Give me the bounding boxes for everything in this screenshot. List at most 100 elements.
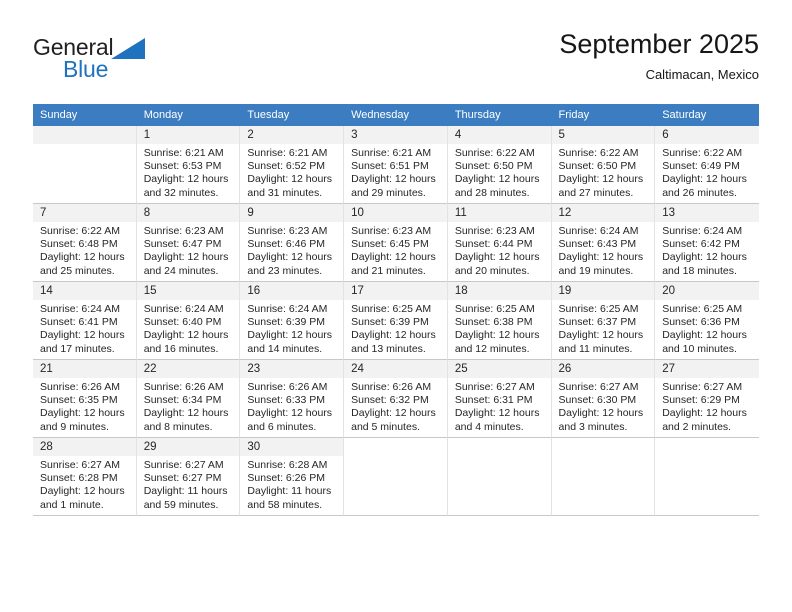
calendar-week-row: 21 Sunrise: 6:26 AM Sunset: 6:35 PM Dayligh… <box>33 360 759 438</box>
calendar-day-cell[interactable]: 1 Sunrise: 6:21 AM Sunset: 6:53 PM Daylight… <box>136 126 241 204</box>
day-details: Sunrise: 6:25 AM Sunset: 6:36 PM Daylight:… <box>655 300 759 356</box>
daylight-line-1: Daylight: 12 hours <box>351 329 436 342</box>
sunrise-line: Sunrise: 6:23 AM <box>351 225 432 237</box>
sunset-line: Sunset: 6:31 PM <box>454 394 533 407</box>
day-cell-inner: 22 Sunrise: 6:26 AM Sunset: 6:34 PM Dayligh… <box>136 360 241 438</box>
day-details: Sunrise: 6:23 AM Sunset: 6:46 PM Daylight:… <box>240 222 343 278</box>
calendar-day-cell[interactable]: 20 Sunrise: 6:25 AM Sunset: 6:36 PM Dayligh… <box>655 282 759 360</box>
calendar-day-cell[interactable]: 9 Sunrise: 6:23 AM Sunset: 6:46 PM Daylight… <box>240 204 345 282</box>
sunset-line: Sunset: 6:37 PM <box>558 316 637 329</box>
day-number: 23 <box>240 360 344 378</box>
sunrise-line: Sunrise: 6:25 AM <box>351 303 432 315</box>
daylight-line-2: and 21 minutes. <box>351 264 426 277</box>
weekday-header-monday: Monday <box>136 104 241 126</box>
daylight-line-2: and 1 minute. <box>40 498 104 511</box>
day-details: Sunrise: 6:24 AM Sunset: 6:42 PM Daylight:… <box>655 222 759 278</box>
calendar-day-cell[interactable]: 18 Sunrise: 6:25 AM Sunset: 6:38 PM Dayligh… <box>447 282 552 360</box>
daylight-line-2: and 25 minutes. <box>40 264 115 277</box>
calendar-day-cell[interactable]: 3 Sunrise: 6:21 AM Sunset: 6:51 PM Daylight… <box>344 126 448 204</box>
calendar-day-cell[interactable]: 13 Sunrise: 6:24 AM Sunset: 6:42 PM Dayligh… <box>655 204 759 282</box>
calendar-day-cell[interactable]: 29 Sunrise: 6:27 AM Sunset: 6:27 PM Dayligh… <box>136 438 241 516</box>
calendar-day-cell[interactable]: 26 Sunrise: 6:27 AM Sunset: 6:30 PM Dayligh… <box>551 360 656 438</box>
daylight-line-2: and 5 minutes. <box>351 420 420 433</box>
sunrise-line: Sunrise: 6:22 AM <box>40 225 120 237</box>
day-details: Sunrise: 6:23 AM Sunset: 6:44 PM Daylight:… <box>448 222 551 278</box>
daylight-line-2: and 12 minutes. <box>454 342 530 355</box>
day-cell-inner <box>344 438 448 516</box>
calendar-day-cell[interactable]: 27 Sunrise: 6:27 AM Sunset: 6:29 PM Dayligh… <box>655 360 759 438</box>
daylight-line-1: Daylight: 11 hours <box>143 485 228 498</box>
daylight-line-1: Daylight: 12 hours <box>558 329 644 342</box>
calendar-day-cell[interactable]: 21 Sunrise: 6:26 AM Sunset: 6:35 PM Dayligh… <box>33 360 137 438</box>
calendar-day-cell[interactable]: 22 Sunrise: 6:26 AM Sunset: 6:34 PM Dayligh… <box>136 360 241 438</box>
calendar-day-cell[interactable]: 19 Sunrise: 6:25 AM Sunset: 6:37 PM Dayligh… <box>551 282 656 360</box>
calendar-day-cell[interactable]: 7 Sunrise: 6:22 AM Sunset: 6:48 PM Daylight… <box>33 204 137 282</box>
day-cell-inner <box>551 438 656 516</box>
sunset-line: Sunset: 6:50 PM <box>558 160 637 173</box>
sunset-line: Sunset: 6:53 PM <box>143 160 222 173</box>
day-number: 18 <box>447 282 551 300</box>
calendar-day-cell[interactable]: 25 Sunrise: 6:27 AM Sunset: 6:31 PM Dayligh… <box>447 360 552 438</box>
day-cell-inner: 27 Sunrise: 6:27 AM Sunset: 6:29 PM Dayligh… <box>655 360 759 438</box>
sunrise-line: Sunrise: 6:27 AM <box>454 381 535 393</box>
calendar-week-row: 14 Sunrise: 6:24 AM Sunset: 6:41 PM Dayligh… <box>33 282 759 360</box>
day-number: 6 <box>655 126 759 144</box>
day-cell-inner: 29 Sunrise: 6:27 AM Sunset: 6:27 PM Dayligh… <box>136 438 241 516</box>
calendar-day-cell[interactable]: 8 Sunrise: 6:23 AM Sunset: 6:47 PM Daylight… <box>136 204 241 282</box>
daylight-line-1: Daylight: 12 hours <box>143 251 229 264</box>
calendar-day-cell[interactable]: 23 Sunrise: 6:26 AM Sunset: 6:33 PM Dayligh… <box>240 360 345 438</box>
calendar-day-cell[interactable]: 4 Sunrise: 6:22 AM Sunset: 6:50 PM Daylight… <box>447 126 552 204</box>
sunset-line: Sunset: 6:42 PM <box>662 238 740 251</box>
calendar-day-cell[interactable]: 30 Sunrise: 6:28 AM Sunset: 6:26 PM Dayligh… <box>240 438 345 516</box>
daylight-line-2: and 3 minutes. <box>558 420 628 433</box>
daylight-line-1: Daylight: 12 hours <box>351 251 436 264</box>
day-details: Sunrise: 6:27 AM Sunset: 6:29 PM Daylight:… <box>655 378 759 434</box>
calendar-day-cell[interactable]: 14 Sunrise: 6:24 AM Sunset: 6:41 PM Dayligh… <box>33 282 137 360</box>
day-cell-inner: 12 Sunrise: 6:24 AM Sunset: 6:43 PM Dayligh… <box>551 204 656 282</box>
sunset-line: Sunset: 6:49 PM <box>662 160 740 173</box>
sunrise-line: Sunrise: 6:28 AM <box>247 459 328 471</box>
sunrise-line: Sunrise: 6:26 AM <box>351 381 432 393</box>
day-details: Sunrise: 6:22 AM Sunset: 6:49 PM Daylight:… <box>655 144 759 200</box>
calendar-day-cell[interactable]: 24 Sunrise: 6:26 AM Sunset: 6:32 PM Dayligh… <box>344 360 448 438</box>
sunrise-line: Sunrise: 6:23 AM <box>454 225 535 237</box>
day-cell-inner <box>655 438 759 516</box>
day-number <box>344 438 447 456</box>
daylight-line-2: and 11 minutes. <box>558 342 633 355</box>
day-cell-inner: 2 Sunrise: 6:21 AM Sunset: 6:52 PM Daylight… <box>240 126 345 204</box>
sunset-line: Sunset: 6:29 PM <box>662 394 740 407</box>
calendar-day-cell[interactable]: 6 Sunrise: 6:22 AM Sunset: 6:49 PM Daylight… <box>655 126 759 204</box>
sunset-line: Sunset: 6:50 PM <box>454 160 533 173</box>
day-cell-inner: 1 Sunrise: 6:21 AM Sunset: 6:53 PM Daylight… <box>136 126 241 204</box>
day-cell-inner: 11 Sunrise: 6:23 AM Sunset: 6:44 PM Dayligh… <box>447 204 552 282</box>
daylight-line-2: and 20 minutes. <box>454 264 530 277</box>
day-number: 2 <box>240 126 344 144</box>
calendar-day-cell[interactable]: 10 Sunrise: 6:23 AM Sunset: 6:45 PM Dayligh… <box>344 204 448 282</box>
calendar-day-cell[interactable]: 2 Sunrise: 6:21 AM Sunset: 6:52 PM Daylight… <box>240 126 345 204</box>
sunset-line: Sunset: 6:46 PM <box>247 238 326 251</box>
day-number: 5 <box>551 126 655 144</box>
daylight-line-1: Daylight: 12 hours <box>143 407 229 420</box>
sunset-line: Sunset: 6:45 PM <box>351 238 429 251</box>
calendar-day-cell[interactable]: 28 Sunrise: 6:27 AM Sunset: 6:28 PM Dayligh… <box>33 438 137 516</box>
daylight-line-1: Daylight: 12 hours <box>454 329 540 342</box>
calendar-day-cell[interactable]: 15 Sunrise: 6:24 AM Sunset: 6:40 PM Dayligh… <box>136 282 241 360</box>
calendar-week-row: 7 Sunrise: 6:22 AM Sunset: 6:48 PM Daylight… <box>33 204 759 282</box>
page-title: September 2025 <box>559 29 759 59</box>
calendar-day-cell[interactable]: 17 Sunrise: 6:25 AM Sunset: 6:39 PM Dayligh… <box>344 282 448 360</box>
day-cell-inner: 3 Sunrise: 6:21 AM Sunset: 6:51 PM Daylight… <box>344 126 448 204</box>
sunset-line: Sunset: 6:36 PM <box>662 316 740 329</box>
day-cell-inner: 6 Sunrise: 6:22 AM Sunset: 6:49 PM Daylight… <box>655 126 759 204</box>
day-cell-inner: 20 Sunrise: 6:25 AM Sunset: 6:36 PM Dayligh… <box>655 282 759 360</box>
day-number: 24 <box>344 360 447 378</box>
day-cell-inner: 21 Sunrise: 6:26 AM Sunset: 6:35 PM Dayligh… <box>33 360 137 438</box>
calendar-day-cell[interactable]: 16 Sunrise: 6:24 AM Sunset: 6:39 PM Dayligh… <box>240 282 345 360</box>
calendar-week-row: 28 Sunrise: 6:27 AM Sunset: 6:28 PM Dayligh… <box>33 438 759 516</box>
calendar-day-cell[interactable]: 11 Sunrise: 6:23 AM Sunset: 6:44 PM Dayligh… <box>447 204 552 282</box>
calendar-day-cell[interactable]: 12 Sunrise: 6:24 AM Sunset: 6:43 PM Dayligh… <box>551 204 656 282</box>
calendar-day-cell[interactable]: 5 Sunrise: 6:22 AM Sunset: 6:50 PM Daylight… <box>551 126 656 204</box>
daylight-line-1: Daylight: 12 hours <box>662 407 747 420</box>
daylight-line-2: and 19 minutes. <box>558 264 634 277</box>
daylight-line-2: and 8 minutes. <box>143 420 213 433</box>
day-number: 21 <box>33 360 136 378</box>
